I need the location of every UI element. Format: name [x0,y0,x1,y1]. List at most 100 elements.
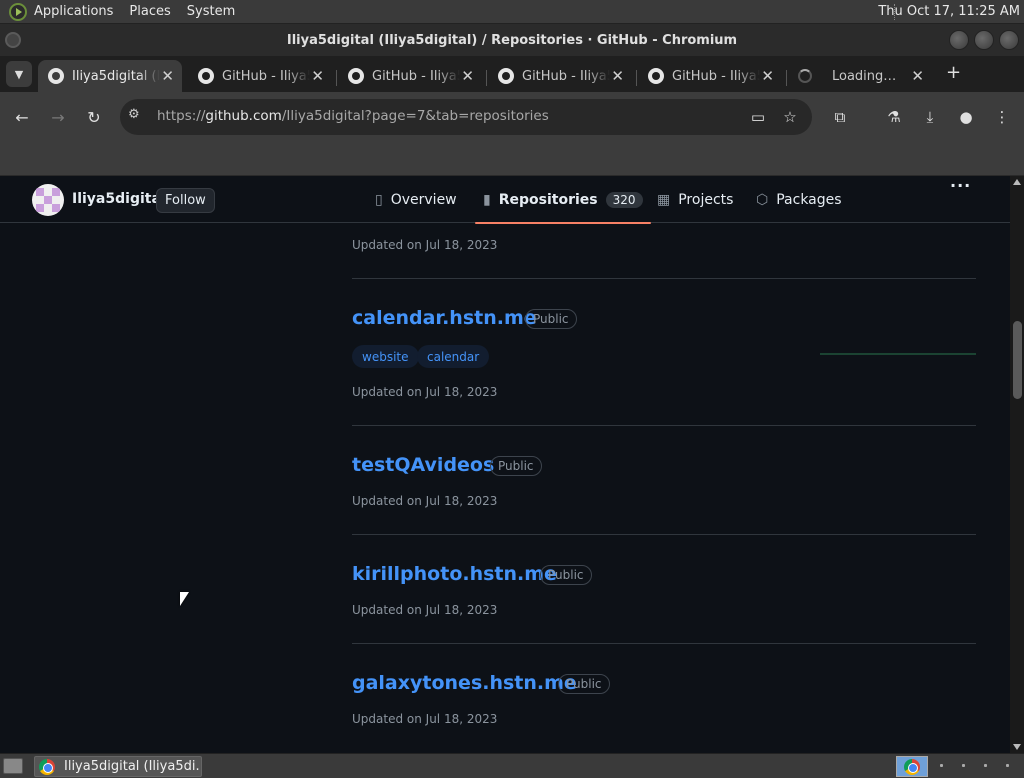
show-desktop-icon[interactable] [3,758,23,774]
repo-icon: ▮ [483,191,491,208]
repo-updated-date: Updated on Jul 18, 2023 [352,603,498,617]
applications-logo-icon[interactable] [9,2,27,21]
address-bar[interactable]: ⚙ https://github.com/Iliya5digital?page=… [120,99,812,135]
install-app-icon[interactable]: ▭ [747,106,769,128]
tab-projects[interactable]: ▦ Projects [657,176,733,223]
plus-icon: + [946,62,962,83]
workspace-switcher[interactable] [896,756,928,777]
profile-icon[interactable]: ● [955,106,977,128]
close-tab-icon[interactable]: ✕ [911,67,924,85]
workspace-dot[interactable] [940,764,943,767]
tab-projects-label: Projects [678,191,734,208]
repo-name-link[interactable]: kirillphoto.hstn.me [352,563,557,585]
menu-system[interactable]: System [187,4,235,19]
tab-separator [336,70,337,86]
new-tab-button[interactable]: + [946,62,961,83]
reload-icon: ↻ [87,107,101,127]
close-window-button[interactable] [999,30,1019,50]
tab-title: GitHub - Iliya5digital [372,68,460,84]
clock[interactable]: Thu Oct 17, 11:25 AM [878,4,1020,19]
tab-1[interactable]: Iliya5digital (Iliya5digital) / Reposito… [38,60,182,92]
close-tab-icon[interactable]: ✕ [161,67,174,85]
repo-updated-date: Updated on Jul 18, 2023 [352,712,498,726]
close-tab-icon[interactable]: ✕ [311,67,324,85]
tab-title: Loading… [832,68,897,84]
avatar[interactable] [32,184,64,216]
close-tab-icon[interactable]: ✕ [761,67,774,85]
minimize-button[interactable] [949,30,969,50]
visibility-badge: Public [525,309,577,329]
workspace-dot[interactable] [1006,764,1009,767]
github-icon [498,68,514,84]
workspace-dot[interactable] [984,764,987,767]
tab-5[interactable]: GitHub - Iliya5digital ✕ [638,60,782,92]
top-panel: Applications Places System Thu Oct 17, 1… [0,0,1024,24]
tab-4[interactable]: GitHub - Iliya5digital ✕ [488,60,632,92]
scrollbar-thumb[interactable] [1013,321,1022,399]
url-scheme: https:// [157,108,206,124]
workspace-dot[interactable] [962,764,965,767]
forward-button[interactable]: → [47,106,69,128]
url-host: github.com [205,108,282,124]
tab-title: GitHub - Iliya5digital [672,68,760,84]
bookmarks-bar [0,142,1024,176]
tab-packages[interactable]: ⬡ Packages [756,176,842,223]
chromium-icon [39,758,55,775]
reload-button[interactable]: ↻ [83,106,105,128]
github-page: Iliya5digital Follow ▯ Overview ▮ Reposi… [0,176,1010,753]
extensions-icon[interactable]: ⧉ [829,106,851,128]
tab-overview[interactable]: ▯ Overview [375,176,457,223]
tab-2[interactable]: GitHub - Iliya5digital ✕ [188,60,332,92]
bookmark-star-icon[interactable]: ☆ [779,106,801,128]
download-icon[interactable]: ⤓ [919,106,941,128]
page-scrollbar[interactable] [1010,176,1024,753]
repositories-count: 320 [605,191,643,208]
tab-title: Iliya5digital (Iliya5digital) / Reposito… [72,68,160,84]
scroll-up-icon[interactable] [1013,179,1021,185]
profile-username[interactable]: Iliya5digital [72,191,166,207]
window-title: Iliya5digital (Iliya5digital) / Reposito… [286,32,738,48]
tab-6[interactable]: Loading… ✕ [788,60,932,92]
menu-applications[interactable]: Applications [34,4,113,19]
profile-nav: Iliya5digital Follow ▯ Overview ▮ Reposi… [0,176,1010,224]
tab-repositories-label: Repositories [498,191,598,208]
menu-places[interactable]: Places [129,4,170,19]
more-options-button[interactable]: ··· [950,176,971,195]
divider [352,278,976,279]
repo-name-link[interactable]: galaxytones.hstn.me [352,672,577,694]
tab-separator [486,70,487,86]
chromium-icon [904,758,920,775]
tab-title: GitHub - Iliya5digital [522,68,610,84]
url-text[interactable]: https://github.com/Iliya5digital?page=7&… [157,108,549,124]
divider [352,425,976,426]
follow-button[interactable]: Follow [156,188,215,213]
taskbar-window-chromium[interactable]: Iliya5digital (Iliya5di... [34,756,202,777]
close-tab-icon[interactable]: ✕ [611,67,624,85]
repo-updated-date: Updated on Jul 18, 2023 [352,494,498,508]
topic-tag[interactable]: website [352,345,419,368]
book-icon: ▯ [375,191,383,208]
close-tab-icon[interactable]: ✕ [461,67,474,85]
visibility-badge: Public [490,456,542,476]
site-settings-icon[interactable]: ⚙ [128,107,140,122]
scroll-down-icon[interactable] [1013,744,1021,750]
tab-packages-label: Packages [776,191,842,208]
github-icon [348,68,364,84]
window-menu-button[interactable] [5,32,21,48]
repo-name-link[interactable]: testQAvideos [352,454,494,476]
taskbar-window-label: Iliya5digital (Iliya5di... [64,759,202,774]
topic-tag[interactable]: calendar [417,345,490,368]
back-button[interactable]: ← [11,106,33,128]
repo-updated-date: Updated on Jul 18, 2023 [352,385,498,399]
labs-flask-icon[interactable]: ⚗ [883,106,905,128]
repo-name-link[interactable]: calendar.hstn.me [352,307,537,329]
mouse-cursor-icon [180,592,189,606]
tab-repositories[interactable]: ▮ Repositories 320 [475,176,651,224]
tab-search-button[interactable]: ▼ [6,61,32,87]
menu-kebab-icon[interactable]: ⋮ [991,106,1013,128]
arrow-left-icon: ← [15,107,29,127]
tab-3[interactable]: GitHub - Iliya5digital ✕ [338,60,482,92]
screen: Applications Places System Thu Oct 17, 1… [0,0,1024,778]
window-titlebar[interactable]: Iliya5digital (Iliya5digital) / Reposito… [0,24,1024,56]
maximize-button[interactable] [974,30,994,50]
